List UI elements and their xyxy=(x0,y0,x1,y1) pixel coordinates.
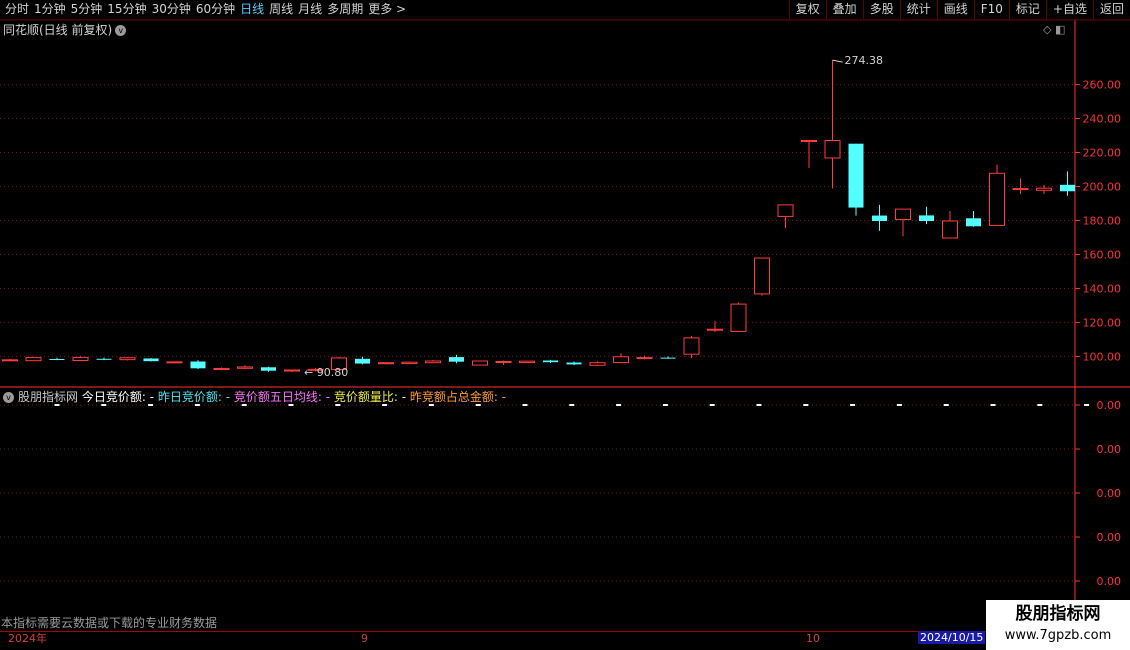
candle-body xyxy=(966,218,981,227)
indicator-item-3: 竞价额量比: - xyxy=(330,390,407,404)
candle-body xyxy=(261,367,276,371)
kline-chart[interactable]: 100.00120.00140.00160.00180.00200.00220.… xyxy=(0,0,1130,650)
indicator-title[interactable]: v 股朋指标网 今日竞价额: - 昨日竞价额: - 竞价额五日均线: - 竞价额量… xyxy=(3,388,506,405)
y-tick-label: 100.00 xyxy=(1083,350,1122,363)
candle-body xyxy=(425,360,441,364)
candle-body xyxy=(754,257,770,295)
candle-body xyxy=(872,215,887,222)
candle-body xyxy=(72,356,89,361)
candle-body xyxy=(707,328,723,331)
candle-body xyxy=(119,357,136,361)
candle-body xyxy=(25,357,42,362)
candle-body xyxy=(378,362,394,365)
candle-body xyxy=(730,303,747,332)
date-label-oct: 10 xyxy=(806,632,820,645)
candle-body xyxy=(495,361,512,364)
candle-body xyxy=(1012,188,1029,191)
indicator-y-tick-label: 0.00 xyxy=(1097,487,1122,500)
indicator-y-tick-label: 0.00 xyxy=(1097,575,1122,588)
y-tick-label: 220.00 xyxy=(1083,147,1122,160)
indicator-item-1: 昨日竞价额: - xyxy=(154,390,231,404)
indicator-point xyxy=(709,404,715,406)
candle-body xyxy=(636,357,653,360)
y-tick-label: 140.00 xyxy=(1083,282,1122,295)
candle-body xyxy=(895,208,911,220)
indicator-item-4: 昨竞额占总金额: - xyxy=(406,390,507,404)
candle-body xyxy=(2,359,18,362)
date-label-sep: 9 xyxy=(361,632,368,645)
candle-body xyxy=(683,337,700,355)
candle-body xyxy=(472,360,488,366)
candle-body xyxy=(213,367,230,370)
candle-body xyxy=(660,357,676,359)
indicator-point xyxy=(522,404,528,406)
indicator-point xyxy=(616,404,622,406)
candle-body xyxy=(801,139,817,142)
indicator-y-tick-label: 0.00 xyxy=(1097,399,1122,412)
indicator-point xyxy=(756,404,762,406)
annotation-pointer xyxy=(832,59,843,63)
candle-body xyxy=(1036,187,1052,191)
indicator-point xyxy=(803,404,809,406)
candle-body xyxy=(848,143,864,208)
candle-body xyxy=(613,356,629,364)
main-chart-title[interactable]: 同花顺(日线 前复权) v xyxy=(3,21,127,38)
candle-body xyxy=(96,358,112,360)
indicator-point xyxy=(569,404,575,406)
y-tick-label: 120.00 xyxy=(1083,316,1122,329)
chevron-down-icon[interactable]: v xyxy=(115,25,127,36)
indicator-point xyxy=(1037,404,1043,406)
watermark-title: 股朋指标网 xyxy=(1015,604,1101,624)
watermark: 股朋指标网 www.7gpzb.com xyxy=(986,600,1130,650)
indicator-point xyxy=(896,404,902,406)
y-tick-label: 240.00 xyxy=(1083,113,1122,126)
y-tick-label: 260.00 xyxy=(1083,79,1122,92)
candle-body xyxy=(237,366,253,369)
date-label-year: 2024年 xyxy=(8,632,47,645)
candle-body xyxy=(166,361,183,364)
candle-body xyxy=(284,369,300,372)
footer-note: 本指标需要云数据或下载的专业财务数据 xyxy=(1,616,218,630)
candle-body xyxy=(449,357,464,362)
candle-body xyxy=(355,358,370,364)
indicator-item-2: 竞价额五日均线: - xyxy=(230,390,331,404)
indicator-item-0: 今日竞价额: - xyxy=(81,390,155,404)
candle-body xyxy=(401,361,418,365)
indicator-point xyxy=(850,404,856,406)
watermark-url: www.7gpzb.com xyxy=(1004,628,1112,643)
y-tick-label: 180.00 xyxy=(1083,214,1122,227)
indicator-values: 今日竞价额: - 昨日竞价额: - 竞价额五日均线: - 竞价额量比: - 昨竞… xyxy=(82,390,506,404)
y-tick-label: 200.00 xyxy=(1083,181,1122,194)
candle-body xyxy=(942,220,958,239)
candle-body xyxy=(777,204,794,217)
chevron-down-icon[interactable]: v xyxy=(3,392,14,403)
main-chart-title-text: 同花顺(日线 前复权) xyxy=(3,23,113,37)
candle-body xyxy=(566,362,582,365)
indicator-y-tick-label: 0.00 xyxy=(1097,531,1122,544)
indicator-point xyxy=(990,404,996,406)
candle-body xyxy=(589,362,606,366)
date-axis: 2024年 9 10 xyxy=(0,631,1000,645)
candle-body xyxy=(143,358,159,362)
candle-body xyxy=(989,172,1005,226)
candle-body xyxy=(919,215,934,222)
y-tick-label: 160.00 xyxy=(1083,248,1122,261)
candle-body xyxy=(543,360,558,363)
indicator-point xyxy=(1084,404,1090,406)
indicator-point xyxy=(943,404,949,406)
candle-body xyxy=(190,361,206,369)
price-annotation: ← 90.80 xyxy=(304,366,348,379)
price-annotation: 274.38 xyxy=(845,54,884,67)
date-cursor-box: 2024/10/15 xyxy=(918,631,986,644)
candle-body xyxy=(49,358,65,360)
panel-corner-icons[interactable]: ◇ ◧ xyxy=(1043,23,1065,36)
indicator-point xyxy=(662,404,668,406)
candle-body xyxy=(519,360,535,364)
indicator-name: 股朋指标网 xyxy=(18,390,79,404)
candle-body xyxy=(1060,184,1075,192)
indicator-y-tick-label: 0.00 xyxy=(1097,443,1122,456)
candle-body xyxy=(824,139,841,159)
